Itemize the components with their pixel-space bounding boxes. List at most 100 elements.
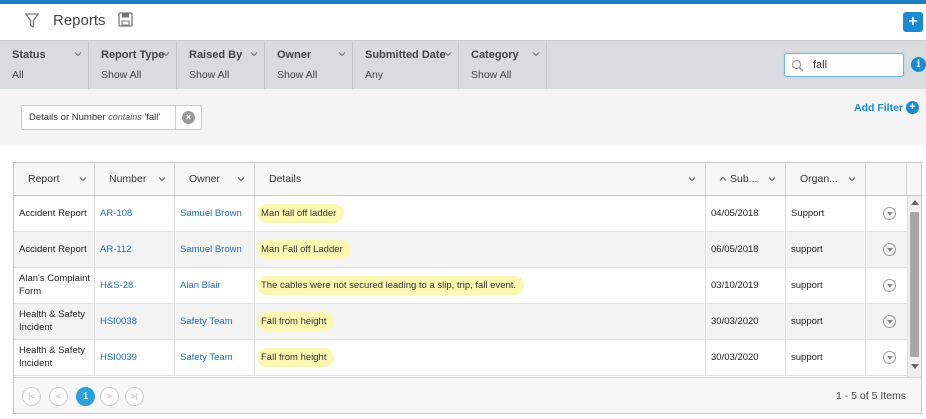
column-header-organisation[interactable]: Organ... <box>786 163 866 195</box>
add-filter-link[interactable]: Add Filter <box>854 102 903 114</box>
cell-organisation: Support <box>786 196 866 231</box>
pagination-info: 1 - 5 of 5 Items <box>836 390 907 402</box>
add-report-button[interactable]: + <box>903 12 923 32</box>
chevron-down-icon[interactable] <box>79 175 87 183</box>
report-name: Alan's Complaint <box>19 273 90 284</box>
table-row[interactable]: Accident Report AR-112 Samuel Brown Man … <box>14 232 907 268</box>
report-name: Health & Safety <box>19 309 86 320</box>
table-row[interactable]: Alan's Complaint Form H&S-28 Alan Blair … <box>14 268 907 304</box>
organisation: support <box>791 244 823 255</box>
row-menu-icon[interactable] <box>883 243 896 256</box>
active-filter-chip[interactable]: Details or Number contains 'fall' × <box>21 105 202 130</box>
filter-owner[interactable]: Owner Show All <box>265 41 353 89</box>
chevron-down-icon[interactable] <box>237 175 245 183</box>
chevron-down-icon <box>444 52 452 57</box>
cell-details: Man Fall off Ladder <box>255 232 706 267</box>
row-menu-icon[interactable] <box>883 315 896 328</box>
filter-label: Status <box>12 49 46 61</box>
page-title: Reports <box>53 12 106 29</box>
next-page-button[interactable]: > <box>100 387 119 406</box>
first-page-button[interactable]: |< <box>22 387 41 406</box>
table-row[interactable]: Health & Safety Incident HSI0038 Safety … <box>14 304 907 340</box>
organisation: support <box>791 352 823 363</box>
filter-value: Show All <box>101 69 142 81</box>
chevron-down-icon <box>250 52 258 57</box>
column-title: Details <box>269 173 302 185</box>
report-name-line2: Incident <box>19 322 53 333</box>
chevron-down-icon[interactable] <box>768 175 776 183</box>
submitted-date: 30/03/2020 <box>711 352 759 363</box>
chip-operator: contains <box>108 112 142 122</box>
chevron-down-icon[interactable] <box>688 175 696 183</box>
column-header-number[interactable]: Number <box>95 163 175 195</box>
table-row[interactable]: Accident Report AR-108 Samuel Brown Man … <box>14 196 907 232</box>
filter-label: Report Type <box>101 49 165 61</box>
column-header-submitted[interactable]: Sub... <box>706 163 786 195</box>
column-header-details[interactable]: Details <box>255 163 706 195</box>
add-filter-plus-icon[interactable]: + <box>906 101 919 114</box>
filter-value: Any <box>365 69 384 81</box>
report-number-link[interactable]: HSI0038 <box>100 316 137 327</box>
owner-link[interactable]: Samuel Brown <box>180 244 242 255</box>
scroll-down-arrow-icon[interactable] <box>911 364 919 369</box>
scroll-thumb[interactable] <box>910 212 919 357</box>
vertical-scrollbar[interactable] <box>907 196 921 377</box>
column-header-actions <box>866 163 907 195</box>
last-page-button[interactable]: >| <box>125 387 144 406</box>
chevron-down-icon[interactable] <box>158 175 166 183</box>
column-header-report[interactable]: Report <box>14 163 95 195</box>
filter-category[interactable]: Category Show All <box>459 41 547 89</box>
filter-submitted-date[interactable]: Submitted Date Any <box>353 41 459 89</box>
submitted-date: 30/03/2020 <box>711 316 759 327</box>
owner-link[interactable]: Safety Team <box>180 352 233 363</box>
column-header-owner[interactable]: Owner <box>175 163 255 195</box>
owner-link[interactable]: Safety Team <box>180 316 233 327</box>
scroll-up-arrow-icon[interactable] <box>911 200 919 205</box>
report-number-link[interactable]: AR-108 <box>100 208 132 219</box>
info-icon[interactable]: i <box>911 57 926 72</box>
cell-submitted: 06/05/2018 <box>706 232 786 267</box>
cell-details: Man fall off ladder <box>255 196 706 231</box>
report-number-link[interactable]: AR-112 <box>100 244 132 255</box>
cell-organisation: support <box>786 340 866 375</box>
filter-value: Show All <box>189 69 230 81</box>
report-number-link[interactable]: HSI0039 <box>100 352 137 363</box>
save-disk-icon[interactable] <box>118 12 133 27</box>
cell-owner: Safety Team <box>175 340 255 375</box>
chevron-down-icon[interactable] <box>848 175 856 183</box>
cell-details: Fall from height <box>255 340 706 375</box>
owner-link[interactable]: Samuel Brown <box>180 208 242 219</box>
cell-submitted: 04/05/2018 <box>706 196 786 231</box>
column-title: Sub... <box>730 173 758 185</box>
table-row[interactable]: Health & Safety Incident HSI0039 Safety … <box>14 340 907 376</box>
organisation: support <box>791 316 823 327</box>
search-value: fall <box>813 59 828 71</box>
report-name: Health & Safety <box>19 345 86 356</box>
funnel-icon[interactable] <box>25 13 39 29</box>
page-button-current[interactable]: 1 <box>76 387 95 406</box>
report-name: Accident Report <box>19 208 87 219</box>
cell-details: The cables were not secured leading to a… <box>255 268 706 303</box>
organisation: support <box>791 280 823 291</box>
row-menu-icon[interactable] <box>883 207 896 220</box>
reports-grid: Report Number Owner Details Sub... Organ… <box>13 162 922 414</box>
filter-report-type[interactable]: Report Type Show All <box>89 41 177 89</box>
close-icon[interactable]: × <box>182 111 195 124</box>
filter-raised-by[interactable]: Raised By Show All <box>177 41 265 89</box>
details-highlight: Fall from height <box>257 348 335 367</box>
report-name: Accident Report <box>19 244 87 255</box>
cell-organisation: support <box>786 268 866 303</box>
report-number-link[interactable]: H&S-28 <box>100 280 133 291</box>
row-menu-icon[interactable] <box>883 279 896 292</box>
prev-page-button[interactable]: < <box>49 387 68 406</box>
cell-number: AR-112 <box>95 232 175 267</box>
column-title: Report <box>28 173 60 185</box>
filter-status[interactable]: Status All <box>0 41 89 89</box>
chevron-down-icon <box>162 52 170 57</box>
owner-link[interactable]: Alan Blair <box>180 280 221 291</box>
chevron-down-icon <box>74 52 82 57</box>
cell-details: Fall from height <box>255 304 706 339</box>
column-title: Organ... <box>800 173 838 185</box>
search-input[interactable]: fall <box>784 53 904 77</box>
row-menu-icon[interactable] <box>883 351 896 364</box>
